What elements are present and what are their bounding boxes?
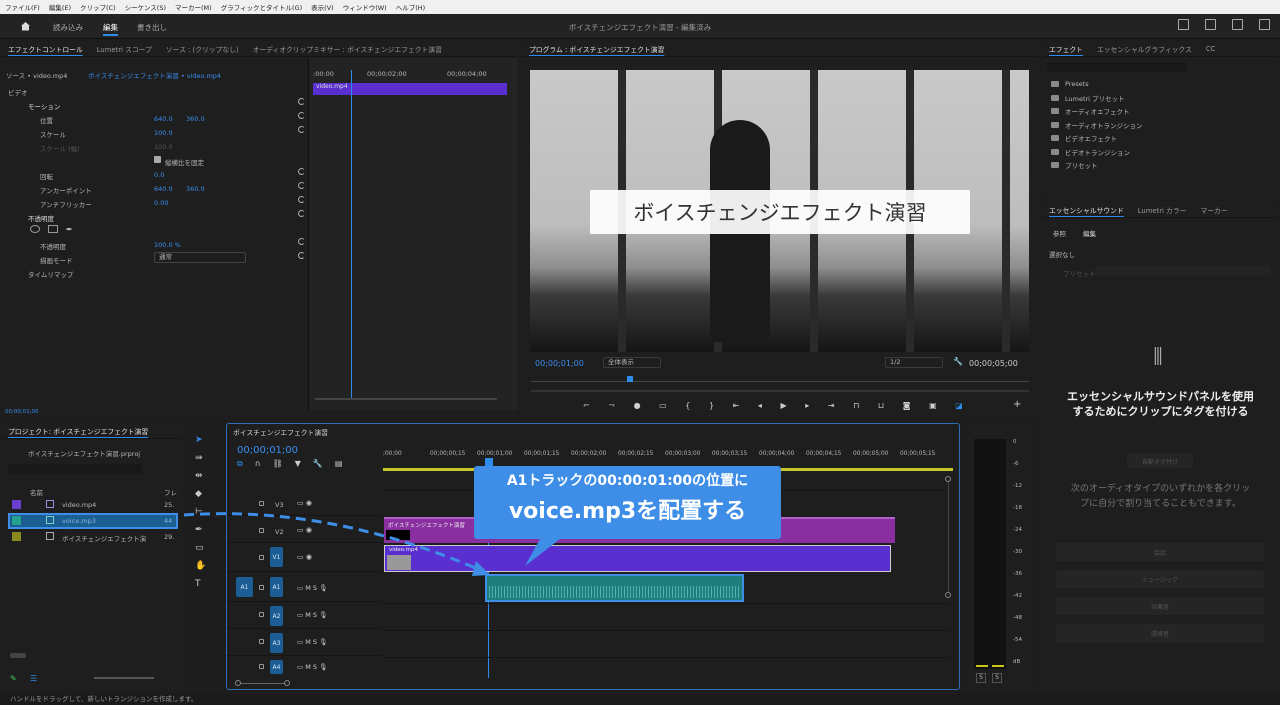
callout-line-2: voice.mp3を配置する (508, 499, 747, 524)
callout-line-1: A1トラックの00:00:01:00の位置に (506, 473, 749, 489)
instruction-callout: A1トラックの00:00:01:00の位置に voice.mp3を配置する (474, 466, 781, 539)
annotation-arrow (183, 512, 560, 576)
status-bar: ハンドルをドラッグして、新しいトランジションを作成します。 (0, 694, 1280, 705)
